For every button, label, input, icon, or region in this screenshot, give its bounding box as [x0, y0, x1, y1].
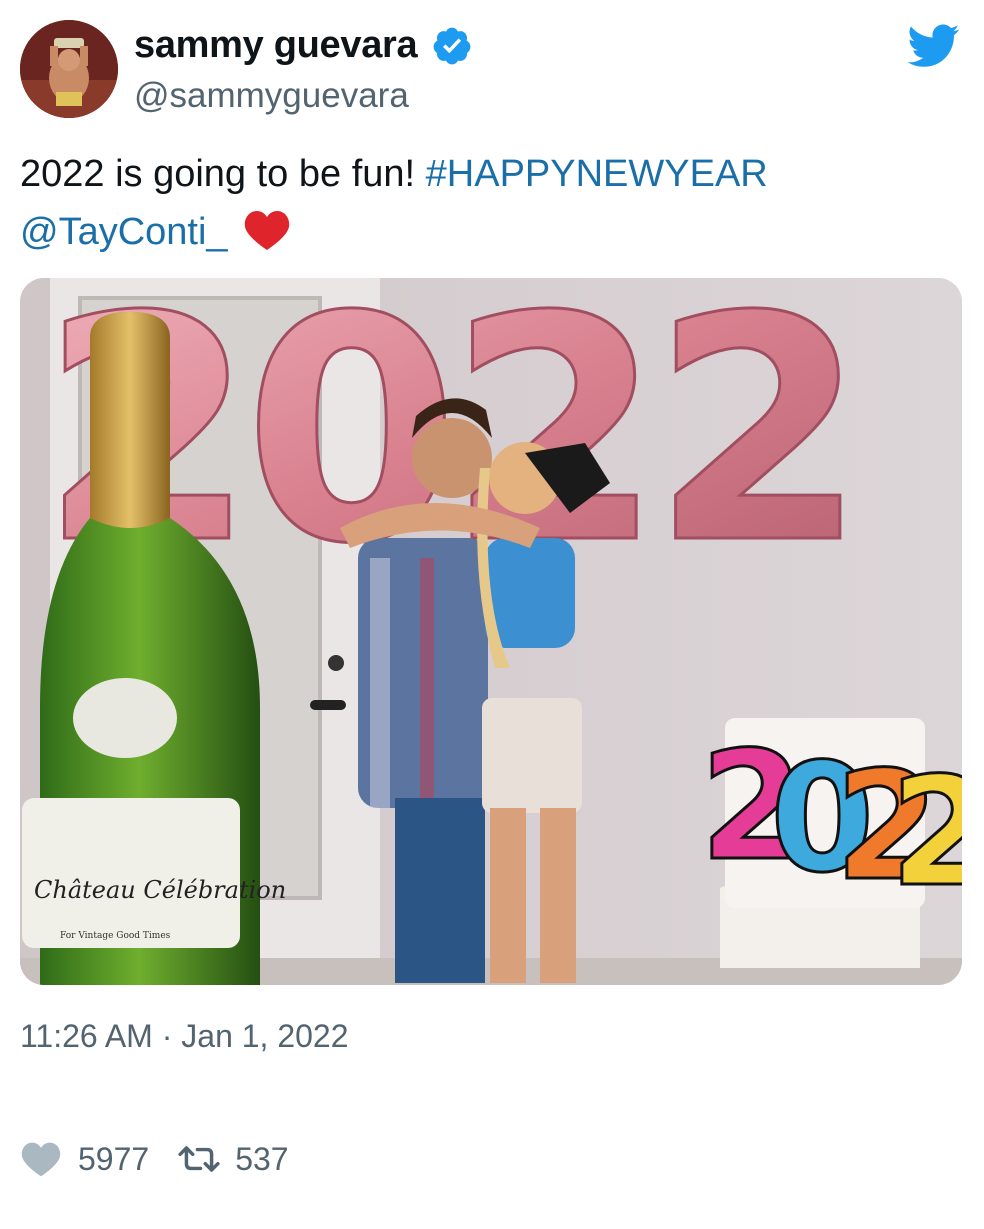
author-handle[interactable]: @sammyguevara [134, 76, 409, 116]
avatar-photo-icon [20, 20, 118, 118]
like-count: 5977 [78, 1140, 150, 1177]
twitter-bird-icon[interactable] [908, 24, 960, 68]
tweet-media-photo[interactable]: 2022 Château Célébration For Vintage [20, 278, 962, 985]
verified-badge-icon [434, 27, 471, 64]
retweet-button[interactable]: 537 [177, 1140, 289, 1178]
bottle-label: Château Célébration [34, 876, 286, 904]
author-display-name[interactable]: sammy guevara [134, 24, 418, 67]
retweet-count: 537 [235, 1140, 289, 1177]
tweet-timestamp[interactable]: 11:26 AM · Jan 1, 2022 [20, 1018, 349, 1055]
engagement-bar: 5977 537 [20, 1140, 289, 1178]
hashtag-link[interactable]: #HAPPYNEWYEAR [426, 153, 768, 195]
like-button[interactable]: 5977 [20, 1140, 149, 1178]
author-name-row[interactable]: sammy guevara [134, 24, 473, 67]
author-avatar[interactable] [20, 20, 118, 118]
svg-text:2: 2 [890, 746, 962, 920]
tweet-text: 2022 is going to be fun! #HAPPYNEWYEAR @… [20, 145, 960, 261]
tweet-body: 2022 is going to be fun! [20, 153, 426, 195]
retweet-icon [178, 1146, 220, 1172]
mention-link[interactable]: @TayConti_ [20, 211, 228, 253]
heart-icon [21, 1142, 61, 1177]
photo-illustration: 2022 Château Célébration For Vintage [20, 278, 962, 985]
red-heart-emoji-icon [244, 211, 290, 250]
colorful-2022-sign: 2 0 2 2 [699, 719, 963, 922]
bottle-sublabel: For Vintage Good Times [60, 931, 171, 941]
